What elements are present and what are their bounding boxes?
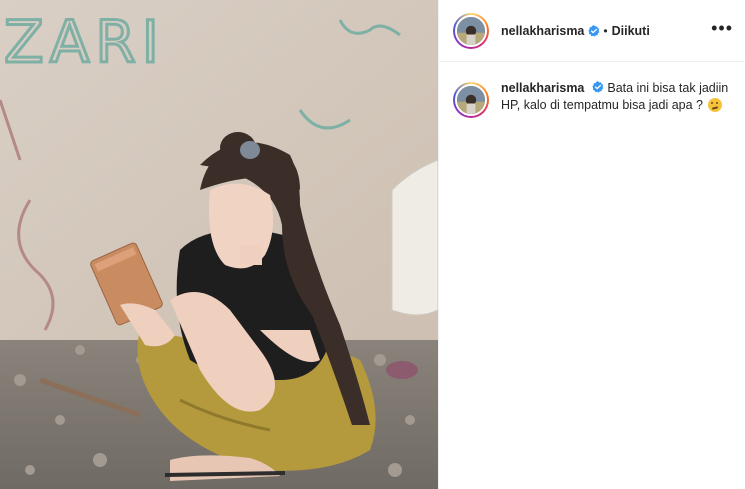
- thinking-face-emoji-icon: [708, 98, 723, 112]
- caption-body: nellakharisma Bata ini bisa tak jadiin H…: [501, 80, 733, 118]
- verified-badge-icon: [588, 24, 600, 37]
- caption-avatar-image: [457, 86, 485, 114]
- story-ring[interactable]: [453, 12, 489, 49]
- follow-separator: •: [603, 23, 608, 38]
- caption-username[interactable]: nellakharisma: [501, 81, 584, 95]
- post-photo[interactable]: ZARI: [0, 0, 438, 489]
- avatar-image: [457, 16, 485, 45]
- more-options-icon[interactable]: •••: [711, 19, 733, 43]
- post-sidebar: nellakharisma • Diikuti ••• nellakharism…: [438, 0, 745, 489]
- photo-illustration: ZARI: [0, 0, 438, 489]
- caption-verified-badge-icon: [592, 81, 604, 93]
- caption-story-ring[interactable]: [453, 82, 489, 118]
- instagram-post: ZARI nellakharisma • Diikuti ••• nellakh…: [0, 0, 745, 489]
- header-username[interactable]: nellakharisma: [501, 24, 584, 38]
- post-caption: nellakharisma Bata ini bisa tak jadiin H…: [439, 62, 745, 118]
- follow-status-button[interactable]: Diikuti: [612, 24, 650, 38]
- caption-avatar[interactable]: [455, 84, 487, 116]
- post-header: nellakharisma • Diikuti •••: [439, 0, 745, 62]
- avatar[interactable]: [455, 14, 487, 47]
- graffiti-text: ZARI: [4, 8, 165, 76]
